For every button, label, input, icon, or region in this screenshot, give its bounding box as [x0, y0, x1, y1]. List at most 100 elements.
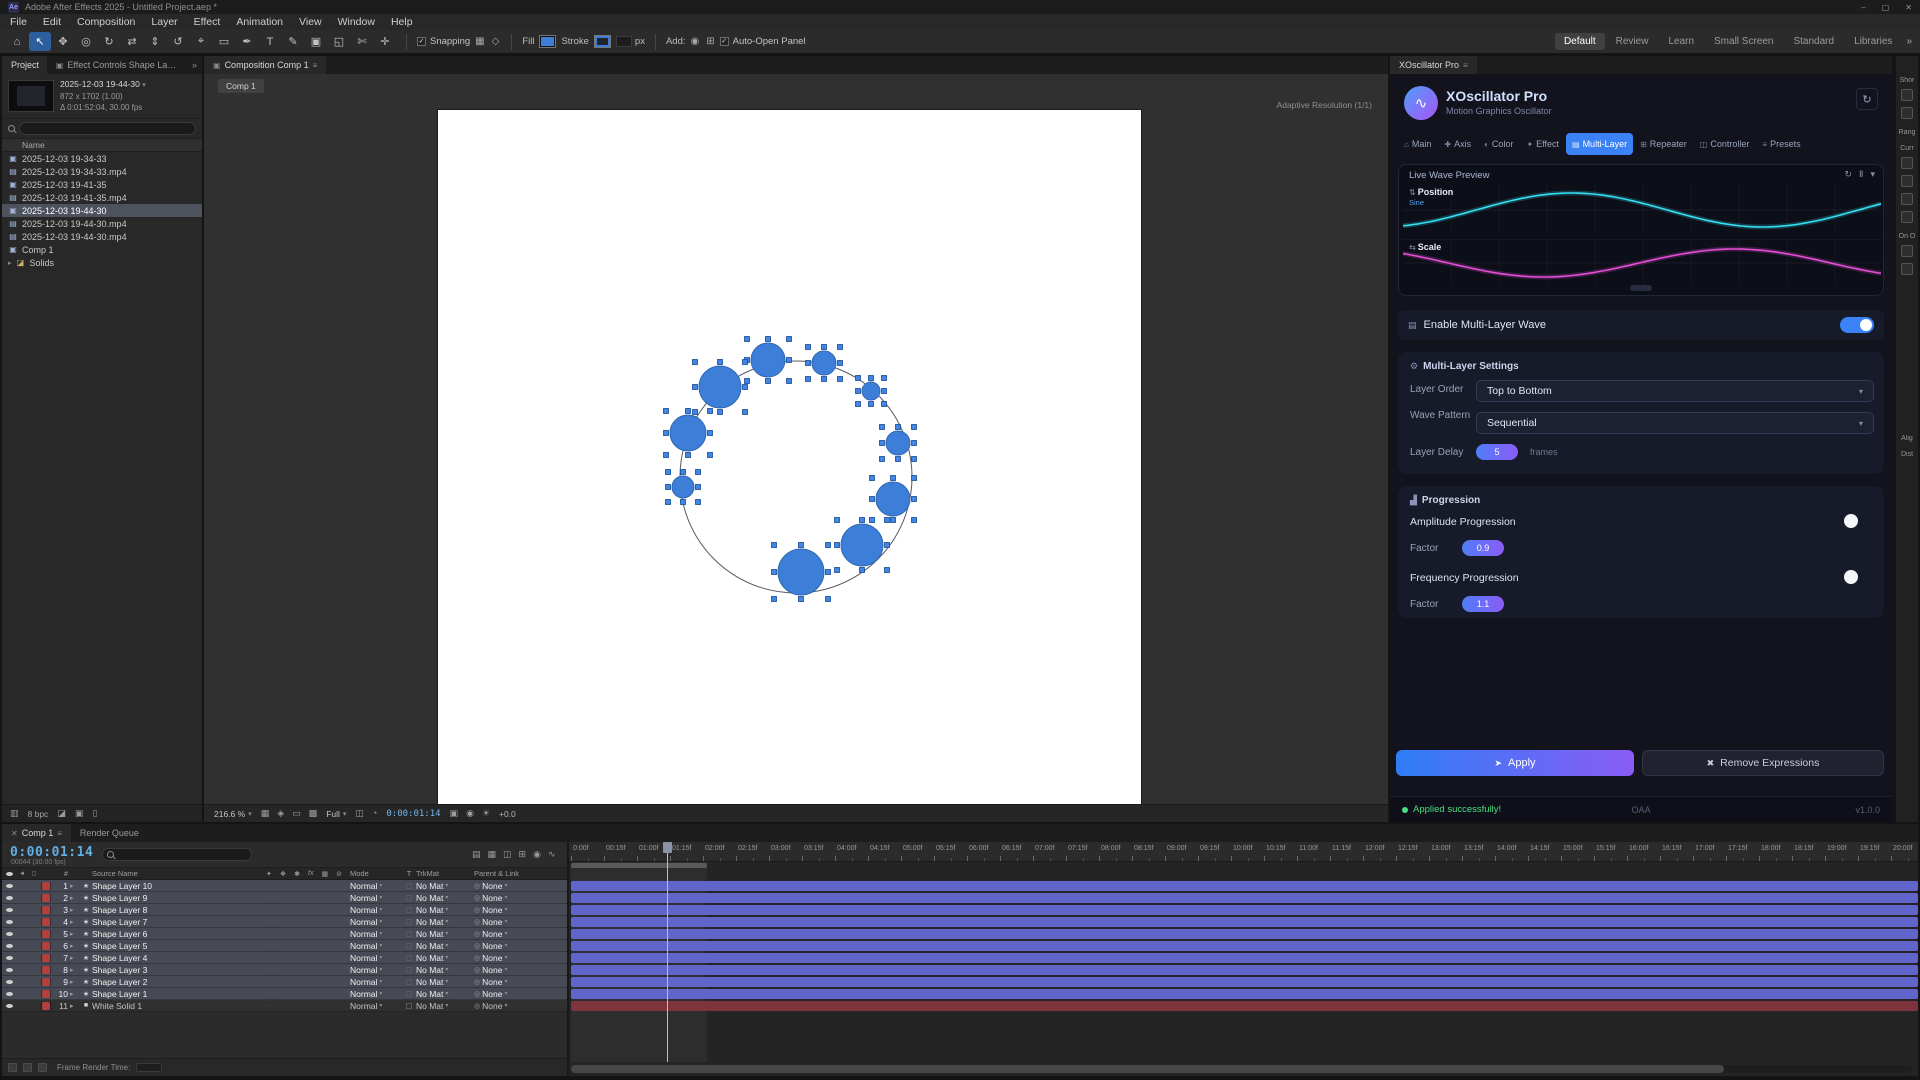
choose-grid-and-guides-icon[interactable]: ▦	[261, 808, 270, 819]
layer-name[interactable]: White Solid 1	[92, 1001, 260, 1011]
collapsed-panel-icon[interactable]	[1901, 211, 1913, 223]
selection-handle[interactable]	[693, 360, 698, 365]
mode-column-label[interactable]: Mode	[346, 869, 402, 878]
label-color-chip[interactable]	[40, 906, 52, 914]
blend-mode-select[interactable]: Normal▾	[346, 977, 402, 987]
layer-switches[interactable]: · · ·	[260, 990, 346, 997]
shape-layer-ellipse[interactable]	[856, 376, 887, 407]
label-color-chip[interactable]	[40, 954, 52, 962]
selection-handle[interactable]	[772, 543, 777, 548]
selection-handle[interactable]	[869, 376, 874, 381]
preserve-transparency-toggle[interactable]	[402, 955, 416, 961]
selection-handle[interactable]	[835, 568, 840, 573]
menu-window[interactable]: Window	[330, 16, 383, 28]
selection-handle[interactable]	[882, 402, 887, 407]
exposure-value[interactable]: +0.0	[499, 809, 516, 819]
preserve-transparency-toggle[interactable]	[402, 967, 416, 973]
tab-render-queue[interactable]: Render Queue	[71, 824, 148, 842]
layer-switches[interactable]: · · ·	[260, 930, 346, 937]
selection-handle[interactable]	[870, 518, 875, 523]
selection-handle[interactable]	[666, 485, 671, 490]
selection-handle[interactable]	[835, 543, 840, 548]
selection-handle[interactable]	[681, 470, 686, 475]
project-bit-depth-button[interactable]: 8 bpc	[28, 809, 49, 819]
parent-link-select[interactable]: ◎None▾	[472, 965, 567, 975]
selection-handle[interactable]	[912, 457, 917, 462]
layer-name[interactable]: Shape Layer 5	[92, 941, 260, 951]
parent-link-select[interactable]: ◎None▾	[472, 989, 567, 999]
pan-behind-tool[interactable]: ⌖	[190, 32, 212, 51]
layer-row-11[interactable]: 11▸■White Solid 1· · ·Normal▾No Mat▾◎Non…	[2, 1000, 567, 1012]
amplitude-progression-toggle[interactable]	[1844, 514, 1858, 528]
blend-mode-select[interactable]: Normal▾	[346, 1001, 402, 1011]
selection-handle[interactable]	[880, 425, 885, 430]
selection-handle[interactable]	[885, 568, 890, 573]
layer-row-6[interactable]: 6▸★Shape Layer 5· · ·Normal▾No Mat▾◎None…	[2, 940, 567, 952]
workspace-libraries[interactable]: Libraries	[1845, 33, 1901, 50]
layer-duration-bar[interactable]	[571, 977, 1918, 987]
blend-mode-select[interactable]: Normal▾	[346, 941, 402, 951]
apply-button[interactable]: ➤ Apply	[1396, 750, 1634, 776]
label-color-chip[interactable]	[40, 882, 52, 890]
selection-handle[interactable]	[696, 485, 701, 490]
layer-name[interactable]: Shape Layer 1	[92, 989, 260, 999]
scrollbar-thumb[interactable]	[571, 1065, 1724, 1073]
menu-composition[interactable]: Composition	[69, 16, 143, 28]
expand-layer-arrow[interactable]: ▸	[70, 930, 80, 938]
frame-blending-icon[interactable]: ⊞	[519, 849, 527, 860]
layer-row-9[interactable]: 9▸★Shape Layer 2· · ·Normal▾No Mat▾◎None…	[2, 976, 567, 988]
label-color-chip[interactable]	[40, 942, 52, 950]
parent-link-select[interactable]: ◎None▾	[472, 941, 567, 951]
selection-handle[interactable]	[896, 425, 901, 430]
frequency-progression-toggle[interactable]	[1844, 570, 1858, 584]
selection-handle[interactable]	[860, 518, 865, 523]
selection-handle[interactable]	[718, 410, 723, 415]
dolly-camera-tool[interactable]: ⇕	[144, 32, 166, 51]
parent-link-select[interactable]: ◎None▾	[472, 905, 567, 915]
preserve-transparency-toggle[interactable]	[402, 931, 416, 937]
blend-mode-select[interactable]: Normal▾	[346, 929, 402, 939]
selection-handle[interactable]	[708, 453, 713, 458]
expand-layer-arrow[interactable]: ▸	[70, 954, 80, 962]
selection-handle[interactable]	[896, 457, 901, 462]
enable-multi-layer-toggle[interactable]	[1840, 317, 1874, 333]
selection-handle[interactable]	[708, 431, 713, 436]
layer-switches[interactable]: · · ·	[260, 942, 346, 949]
layer-duration-bar[interactable]	[571, 905, 1918, 915]
project-search-input[interactable]	[19, 122, 196, 135]
layer-delay-value[interactable]: 5	[1476, 444, 1518, 460]
expand-layer-arrow[interactable]: ▸	[70, 978, 80, 986]
layer-duration-bar[interactable]	[571, 929, 1918, 939]
osc-tab-main[interactable]: ⌂Main	[1398, 133, 1437, 155]
selection-handle[interactable]	[766, 337, 771, 342]
pen-tool[interactable]: ✒	[236, 32, 258, 51]
minimize-button[interactable]: –	[1861, 3, 1865, 12]
selection-handle[interactable]	[686, 453, 691, 458]
collapsed-panel-alig[interactable]: Alig	[1896, 435, 1918, 442]
selection-handle[interactable]	[666, 470, 671, 475]
preview-time-display[interactable]: 0:00:01:14	[386, 809, 440, 819]
toggle-transfer-controls-button[interactable]	[23, 1063, 32, 1072]
collapsed-panel-icon[interactable]	[1901, 193, 1913, 205]
current-time-indicator[interactable]	[667, 842, 668, 1062]
layer-name[interactable]: Shape Layer 7	[92, 917, 260, 927]
selection-handle[interactable]	[856, 402, 861, 407]
workspace-standard[interactable]: Standard	[1784, 33, 1843, 50]
selection-handle[interactable]	[681, 500, 686, 505]
zoom-tool[interactable]: ◎	[75, 32, 97, 51]
track-matte-select[interactable]: No Mat▾	[416, 977, 472, 987]
horizontal-scrollbar[interactable]	[571, 1065, 1912, 1073]
maximize-button[interactable]: ▢	[1882, 3, 1890, 12]
magnification-select[interactable]: 216.6 %▾	[214, 809, 252, 819]
selection-handle[interactable]	[826, 543, 831, 548]
track-matte-select[interactable]: No Mat▾	[416, 881, 472, 891]
selection-handle[interactable]	[882, 389, 887, 394]
panel-menu-icon[interactable]: ≡	[313, 61, 318, 70]
selection-handle[interactable]	[693, 410, 698, 415]
tab-effect-controls[interactable]: ▣ Effect Controls Shape Layer 1	[47, 56, 187, 74]
region-of-interest-icon[interactable]: ▭	[292, 808, 301, 819]
workspace-review[interactable]: Review	[1607, 33, 1658, 50]
shape-layer-ellipse[interactable]	[772, 543, 831, 602]
preserve-transparency-toggle[interactable]	[402, 883, 416, 889]
track-matte-select[interactable]: No Mat▾	[416, 941, 472, 951]
